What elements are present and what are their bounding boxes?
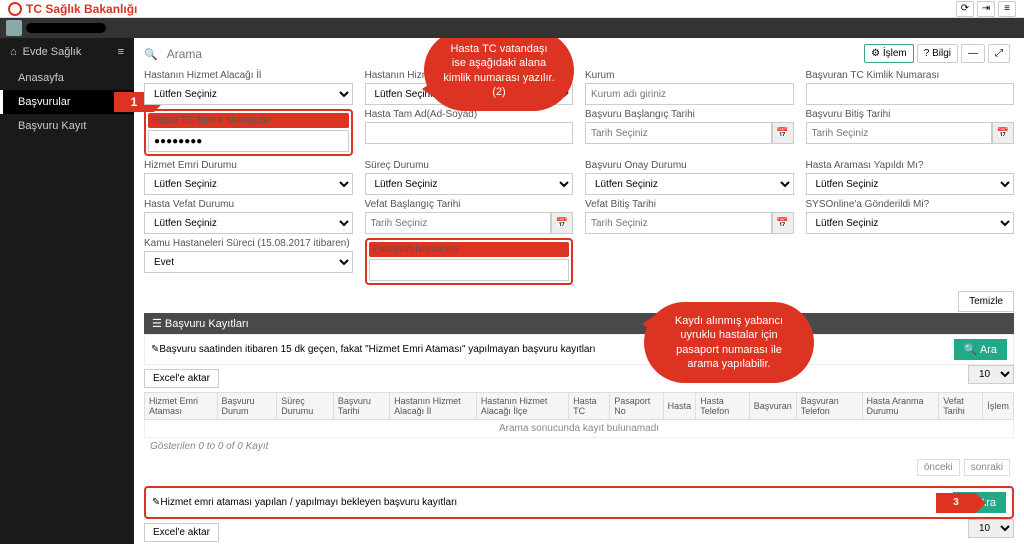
- logo-icon: [8, 2, 22, 16]
- adsoyad-input[interactable]: [365, 122, 574, 144]
- calendar-icon[interactable]: 📅: [772, 212, 794, 234]
- kurum-input[interactable]: [585, 83, 794, 105]
- marker-3: 3: [936, 493, 976, 513]
- excel-button-1[interactable]: Excel'e aktar: [144, 369, 219, 388]
- vefat-select[interactable]: Lütfen Seçiniz: [144, 212, 353, 234]
- page-size-1[interactable]: 10: [968, 365, 1014, 384]
- main-content: 🔍 ⚙ İşlem ? Bilgi — ⤢ Hasta TC vatandaşı…: [134, 38, 1024, 544]
- bilgi-button[interactable]: ? Bilgi: [917, 44, 958, 63]
- filter-form: Hastanın Hizmet Alacağı İlLütfen Seçiniz…: [144, 70, 1014, 285]
- section-header-1: ☰ Başvuru Kayıtları: [144, 313, 1014, 334]
- basvuru-bitis-input[interactable]: [806, 122, 993, 144]
- refresh-button[interactable]: ⟳: [956, 1, 974, 17]
- ara-button-1[interactable]: 🔍 Ara: [954, 339, 1007, 360]
- clear-button[interactable]: Temizle: [958, 291, 1014, 312]
- expand-button[interactable]: ⤢: [988, 44, 1010, 63]
- kamu-select[interactable]: Evet: [144, 251, 353, 273]
- sidebar-item-basvuru-kayit[interactable]: Başvuru Kayıt: [0, 114, 134, 138]
- edit-icon: ✎: [152, 497, 160, 508]
- sidebar-title: ⌂ Evde Sağlık ≡: [0, 38, 134, 66]
- app-title: TC Sağlık Bakanlığı: [26, 2, 137, 16]
- minimize-button[interactable]: —: [961, 44, 985, 63]
- sidebar: ⌂ Evde Sağlık ≡ Anasayfa Başvurular 1 Ba…: [0, 38, 134, 544]
- onay-select[interactable]: Lütfen Seçiniz: [585, 173, 794, 195]
- username-redacted: [26, 23, 106, 33]
- vefat-bitis-input[interactable]: [585, 212, 772, 234]
- calendar-icon[interactable]: 📅: [992, 122, 1014, 144]
- menu-button[interactable]: ≡: [998, 1, 1016, 17]
- table-1: Hizmet Emri AtamasıBaşvuru DurumSüreç Du…: [144, 392, 1014, 438]
- callout-tc: Hasta TC vatandaşı ise aşağıdaki alana k…: [424, 38, 574, 111]
- pasaport-input[interactable]: [369, 259, 570, 281]
- arama-select[interactable]: Lütfen Seçiniz: [806, 173, 1015, 195]
- export-button[interactable]: ⇥: [977, 1, 995, 17]
- hizmet-emri-select[interactable]: Lütfen Seçiniz: [144, 173, 353, 195]
- home-icon: ⌂: [10, 46, 17, 58]
- search-icon: 🔍: [144, 48, 158, 61]
- user-bar: [0, 18, 1024, 38]
- edit-icon: ✎: [151, 344, 159, 355]
- il-select[interactable]: Lütfen Seçiniz: [144, 83, 353, 105]
- basvuran-tc-input[interactable]: [806, 83, 1015, 105]
- islem-button[interactable]: ⚙ İşlem: [864, 44, 914, 63]
- vefat-baslangic-input[interactable]: [365, 212, 552, 234]
- calendar-icon[interactable]: 📅: [551, 212, 573, 234]
- sys-select[interactable]: Lütfen Seçiniz: [806, 212, 1015, 234]
- page-size-2[interactable]: 10: [968, 519, 1014, 538]
- basvuru-baslangic-input[interactable]: [585, 122, 772, 144]
- collapse-icon[interactable]: ≡: [118, 46, 124, 58]
- callout-pasaport: Kaydı alınmış yabancı uyruklu hastalar i…: [644, 302, 814, 383]
- avatar: [6, 20, 22, 36]
- surec-select[interactable]: Lütfen Seçiniz: [365, 173, 574, 195]
- calendar-icon[interactable]: 📅: [772, 122, 794, 144]
- app-header: TC Sağlık Bakanlığı ⟳ ⇥ ≡: [0, 0, 1024, 18]
- excel-button-2[interactable]: Excel'e aktar: [144, 523, 219, 542]
- sidebar-item-anasayfa[interactable]: Anasayfa: [0, 66, 134, 90]
- sidebar-item-basvurular[interactable]: Başvurular 1: [0, 90, 134, 114]
- hasta-tc-input[interactable]: [148, 130, 349, 152]
